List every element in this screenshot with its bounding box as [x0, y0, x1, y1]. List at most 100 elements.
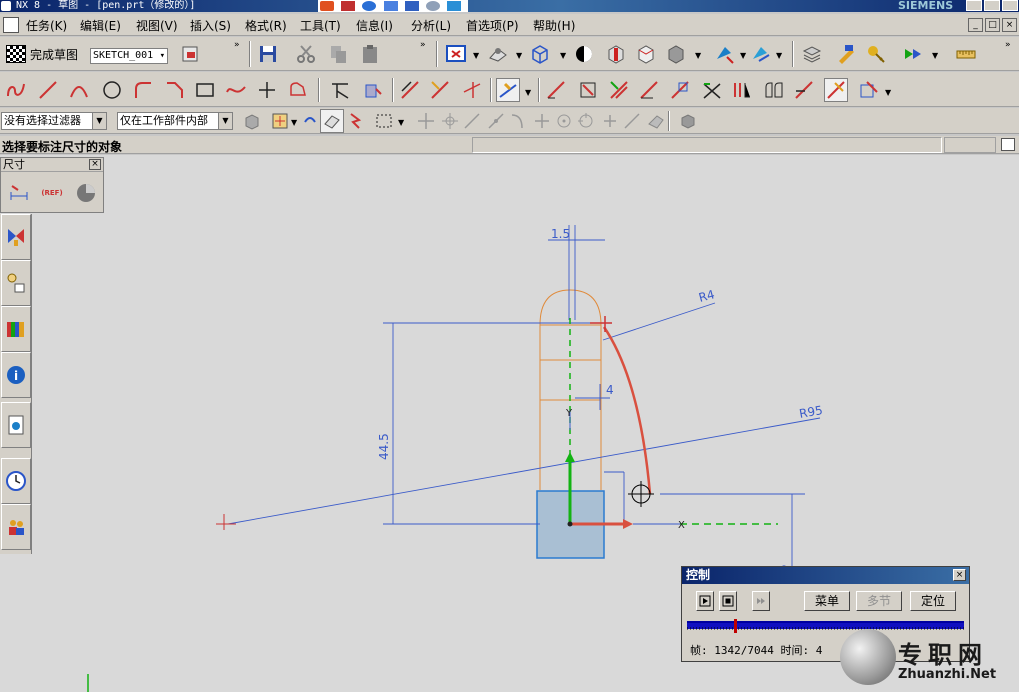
- dropdown-arrow[interactable]: ▼: [516, 51, 522, 60]
- ime-toolbar[interactable]: [318, 0, 468, 12]
- dropdown-arrow[interactable]: ▼: [885, 88, 891, 97]
- edit-object-display-button[interactable]: [834, 42, 858, 66]
- tab-assembly-navigator[interactable]: [1, 214, 31, 260]
- dropdown-arrow[interactable]: ▼: [525, 88, 531, 97]
- fit-view-button[interactable]: [444, 42, 468, 66]
- toolbar-chevron[interactable]: »: [234, 40, 240, 50]
- wireframe-view-button[interactable]: [528, 42, 552, 66]
- ime-skin-icon[interactable]: [447, 1, 462, 11]
- alternate-solution-button[interactable]: [762, 78, 786, 102]
- trim-recipe-button[interactable]: [460, 78, 484, 102]
- profile-tool-button[interactable]: [4, 78, 28, 102]
- show-remove-constraints-button[interactable]: [668, 78, 692, 102]
- dim-radius-r4-label[interactable]: R4: [697, 287, 716, 305]
- paste-button[interactable]: [358, 42, 382, 66]
- tab-history[interactable]: [1, 458, 31, 504]
- toolbar-chevron[interactable]: »: [420, 40, 426, 50]
- ime-punctuation-icon[interactable]: [383, 1, 398, 11]
- step-forward-button[interactable]: [752, 591, 770, 611]
- inferred-dimension-tool[interactable]: [5, 178, 33, 208]
- snap-arc-center-button[interactable]: [506, 109, 530, 133]
- measure-distance-button[interactable]: [954, 42, 978, 66]
- show-no-constraints-button[interactable]: [637, 78, 661, 102]
- infer-constraints-button[interactable]: [792, 78, 816, 102]
- multi-section-button[interactable]: 多节: [856, 591, 902, 611]
- ime-user-icon[interactable]: [425, 1, 440, 11]
- dim-width-label[interactable]: 1.5: [551, 227, 570, 241]
- auto-constrain-button[interactable]: [576, 78, 600, 102]
- snap-on-line-button[interactable]: [620, 109, 644, 133]
- menu-info[interactable]: 信息(I): [356, 17, 393, 34]
- window-close-button[interactable]: [1002, 0, 1018, 11]
- dropdown-arrow[interactable]: ▼: [740, 51, 746, 60]
- cut-button[interactable]: [294, 42, 318, 66]
- snap-on-surface-button[interactable]: [644, 109, 668, 133]
- animate-dimension-button[interactable]: [700, 78, 724, 102]
- derived-line-button[interactable]: [398, 78, 422, 102]
- snap-endpoint-button[interactable]: [438, 109, 462, 133]
- snap-intersection-button[interactable]: [530, 109, 554, 133]
- menu-preferences[interactable]: 首选项(P): [466, 17, 519, 34]
- ime-sogou-icon[interactable]: [320, 1, 334, 11]
- snap-bounded-grid-button[interactable]: [676, 109, 700, 133]
- move-view-button[interactable]: [712, 42, 736, 66]
- rectangle-tool-button[interactable]: [193, 78, 217, 102]
- dropdown-arrow[interactable]: ▼: [776, 51, 782, 60]
- mdi-restore-button[interactable]: □: [985, 18, 1000, 32]
- undo-selection-button[interactable]: [298, 109, 322, 133]
- snap-midpoint-button[interactable]: [460, 109, 484, 133]
- reattach-sketch-button[interactable]: [178, 42, 202, 66]
- section-view-button[interactable]: [604, 42, 628, 66]
- show-all-constraints-button[interactable]: [607, 78, 631, 102]
- menu-button[interactable]: 菜单: [804, 591, 850, 611]
- snap-control-point-button[interactable]: [484, 109, 508, 133]
- blank-show-button[interactable]: [864, 42, 888, 66]
- line-tool-button[interactable]: [36, 78, 60, 102]
- general-selection-button[interactable]: [268, 109, 292, 133]
- dropdown-arrow[interactable]: ▼: [398, 118, 404, 127]
- rotate-view-button[interactable]: [748, 42, 772, 66]
- dim-height-label[interactable]: 44.5: [377, 433, 391, 460]
- dropdown-arrow[interactable]: ▼: [473, 51, 479, 60]
- selection-scope-dropdown[interactable]: 仅在工作部件内部 ▼: [117, 112, 233, 130]
- convert-reference-button[interactable]: [730, 78, 754, 102]
- select-face-button[interactable]: [320, 109, 344, 133]
- create-inferred-constraints-button[interactable]: [824, 78, 848, 102]
- layer-settings-button[interactable]: [800, 42, 824, 66]
- angular-dimension-tool[interactable]: [71, 178, 101, 208]
- menu-edit[interactable]: 编辑(E): [80, 17, 121, 34]
- document-icon[interactable]: [3, 17, 19, 33]
- tab-roles[interactable]: [1, 504, 31, 550]
- dropdown-arrow[interactable]: ▼: [291, 118, 297, 127]
- mdi-close-button[interactable]: ×: [1002, 18, 1017, 32]
- maximize-window-icon[interactable]: [1001, 138, 1015, 151]
- rectangle-select-button[interactable]: [372, 109, 396, 133]
- ime-keyboard-icon[interactable]: [404, 1, 419, 11]
- stop-button[interactable]: [719, 591, 737, 611]
- snap-quadrant-button[interactable]: [574, 109, 598, 133]
- tab-information[interactable]: i: [1, 352, 31, 398]
- ime-moon-icon[interactable]: [362, 1, 377, 11]
- tab-web-browser[interactable]: [1, 402, 31, 448]
- continuous-auto-dimension-button[interactable]: [856, 78, 880, 102]
- play-button[interactable]: [696, 591, 714, 611]
- offset-curve-button[interactable]: [286, 78, 310, 102]
- fillet-tool-button[interactable]: [131, 78, 155, 102]
- geometric-constraints-button[interactable]: [544, 78, 568, 102]
- dropdown-arrow[interactable]: ▼: [932, 51, 938, 60]
- snap-existing-point-button[interactable]: [414, 109, 438, 133]
- inferred-dimension-button[interactable]: [496, 78, 520, 102]
- menu-analysis[interactable]: 分析(L): [411, 17, 451, 34]
- sketch-name-dropdown[interactable]: SKETCH_001: [90, 48, 168, 64]
- reference-dimension-tool[interactable]: (REF): [37, 178, 67, 208]
- studio-spline-button[interactable]: [224, 78, 248, 102]
- menu-help[interactable]: 帮助(H): [533, 17, 575, 34]
- slider-thumb[interactable]: [734, 619, 737, 633]
- finish-sketch-button[interactable]: 完成草图: [6, 45, 78, 63]
- tab-constraint-navigator[interactable]: [1, 260, 31, 306]
- dim-offset-label[interactable]: 4: [606, 383, 614, 397]
- window-minimize-button[interactable]: [966, 0, 982, 11]
- select-feature-button[interactable]: [344, 109, 368, 133]
- extend-curve-button[interactable]: [428, 78, 452, 102]
- snap-center-button[interactable]: [552, 109, 576, 133]
